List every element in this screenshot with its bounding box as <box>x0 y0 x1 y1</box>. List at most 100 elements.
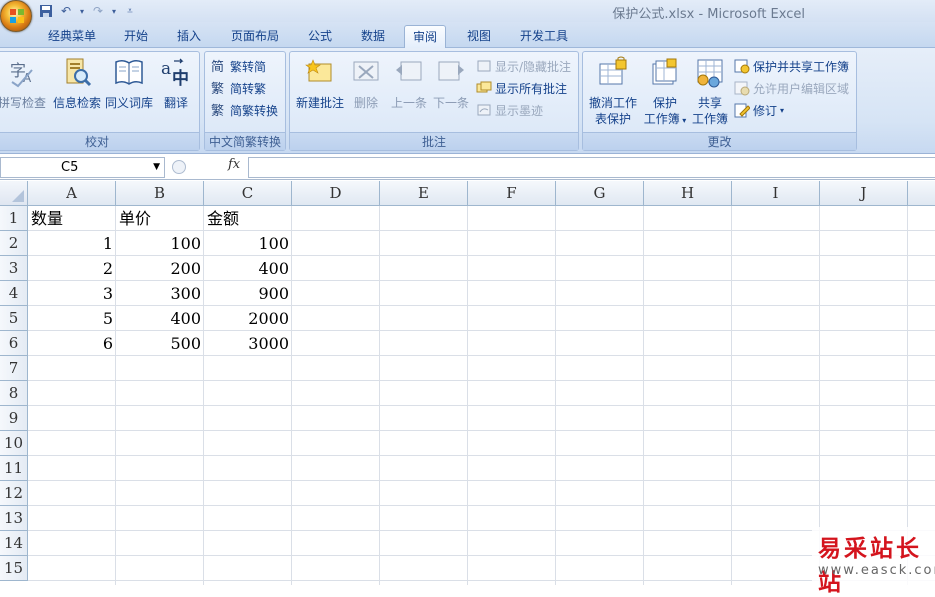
formula-input[interactable] <box>248 157 935 178</box>
column-header-g[interactable]: G <box>556 181 644 206</box>
tab-page-layout[interactable]: 页面布局 <box>223 25 287 48</box>
to-traditional-button[interactable]: 繁 简转繁 <box>211 78 266 98</box>
gridline <box>28 480 935 481</box>
next-comment-label: 下一条 <box>432 96 469 110</box>
unprotect-sheet-icon <box>599 56 627 85</box>
cell-c5[interactable]: 2000 <box>204 306 292 331</box>
tab-developer[interactable]: 开发工具 <box>512 25 576 48</box>
next-comment-button[interactable]: 下一条 <box>430 56 472 111</box>
tab-data[interactable]: 数据 <box>353 25 393 48</box>
ribbon: 字A 拼写检查 信息检索 同义词库 a中 翻译 校对 简 繁转简 繁 简转繁 繁… <box>0 48 935 154</box>
cell-a6[interactable]: 6 <box>28 331 116 356</box>
thesaurus-button[interactable]: 同义词库 <box>103 56 155 111</box>
new-comment-icon <box>305 59 332 82</box>
column-header-c[interactable]: C <box>204 181 292 206</box>
unprotect-sheet-label-1: 撤消工作 <box>588 96 637 110</box>
name-box[interactable]: C5 ▼ <box>0 157 165 178</box>
tab-classic-menu[interactable]: 经典菜单 <box>40 25 104 48</box>
new-comment-button[interactable]: 新建批注 <box>292 56 348 111</box>
cell-a1[interactable]: 数量 <box>28 206 116 231</box>
show-hide-comment-button[interactable]: 显示/隐藏批注 <box>476 56 571 76</box>
row-header-13[interactable]: 13 <box>0 506 28 531</box>
share-workbook-icon <box>697 59 723 88</box>
show-ink-icon <box>477 104 491 116</box>
tab-home[interactable]: 开始 <box>116 25 156 48</box>
previous-comment-button[interactable]: 上一条 <box>388 56 430 111</box>
cell-c2[interactable]: 100 <box>204 231 292 256</box>
tab-view[interactable]: 视图 <box>459 25 499 48</box>
row-header-14[interactable]: 14 <box>0 531 28 556</box>
gridline <box>731 206 732 585</box>
cell-a5[interactable]: 5 <box>28 306 116 331</box>
spell-check-icon: 字A <box>10 61 33 88</box>
research-button[interactable]: 信息检索 <box>51 56 103 111</box>
row-header-10[interactable]: 10 <box>0 431 28 456</box>
show-all-comments-button[interactable]: 显示所有批注 <box>476 78 567 98</box>
column-header-h[interactable]: H <box>644 181 732 206</box>
protect-share-workbook-button[interactable]: 保护并共享工作簿 <box>734 56 849 76</box>
column-header-a[interactable]: A <box>28 181 116 206</box>
row-header-9[interactable]: 9 <box>0 406 28 431</box>
cell-b1[interactable]: 单价 <box>116 206 204 231</box>
cell-c1[interactable]: 金额 <box>204 206 292 231</box>
chinese-convert-button[interactable]: 繁 简繁转换 <box>211 100 278 120</box>
row-header-3[interactable]: 3 <box>0 256 28 281</box>
column-header-i[interactable]: I <box>732 181 820 206</box>
cell-c4[interactable]: 900 <box>204 281 292 306</box>
column-header-j[interactable]: J <box>820 181 908 206</box>
cell-a3[interactable]: 2 <box>28 256 116 281</box>
unprotect-sheet-button[interactable]: 撤消工作 表保护 <box>585 56 641 127</box>
cell-c6[interactable]: 3000 <box>204 331 292 356</box>
name-box-dropdown-icon[interactable]: ▼ <box>153 158 160 177</box>
row-header-8[interactable]: 8 <box>0 381 28 406</box>
cell-b6[interactable]: 500 <box>116 331 204 356</box>
tab-formulas[interactable]: 公式 <box>300 25 340 48</box>
column-header-b[interactable]: B <box>116 181 204 206</box>
row-header-1[interactable]: 1 <box>0 206 28 231</box>
svg-text:中: 中 <box>172 68 189 88</box>
cell-b4[interactable]: 300 <box>116 281 204 306</box>
row-header-15[interactable]: 15 <box>0 556 28 581</box>
column-header-e[interactable]: E <box>380 181 468 206</box>
tab-review[interactable]: 审阅 <box>404 25 447 48</box>
share-workbook-button[interactable]: 共享 工作簿 <box>689 56 731 127</box>
next-comment-icon <box>438 61 464 81</box>
research-label: 信息检索 <box>52 96 101 110</box>
cell-c3[interactable]: 400 <box>204 256 292 281</box>
chevron-down-icon: ▾ <box>780 105 785 115</box>
column-header-f[interactable]: F <box>468 181 556 206</box>
cell-a2[interactable]: 1 <box>28 231 116 256</box>
cell-b3[interactable]: 200 <box>116 256 204 281</box>
track-changes-icon <box>734 103 750 118</box>
select-all-button[interactable] <box>0 181 28 206</box>
allow-edit-ranges-button[interactable]: 允许用户编辑区域 <box>734 78 849 98</box>
formula-bar-toggle-icon[interactable] <box>172 160 186 174</box>
track-changes-button[interactable]: 修订 ▾ <box>734 100 784 120</box>
chevron-down-icon: ▾ <box>679 116 687 125</box>
cell-a4[interactable]: 3 <box>28 281 116 306</box>
column-header-d[interactable]: D <box>292 181 380 206</box>
protect-share-workbook-label: 保护并共享工作簿 <box>753 59 850 74</box>
protect-workbook-label-1: 保护 <box>652 96 677 110</box>
protect-workbook-button[interactable]: 保护 工作簿 ▾ <box>641 56 689 129</box>
cell-b5[interactable]: 400 <box>116 306 204 331</box>
row-header-11[interactable]: 11 <box>0 456 28 481</box>
show-ink-button[interactable]: 显示墨迹 <box>476 100 543 120</box>
row-header-12[interactable]: 12 <box>0 481 28 506</box>
delete-comment-button[interactable]: 删除 <box>348 56 384 111</box>
show-hide-comment-label: 显示/隐藏批注 <box>495 59 572 74</box>
cell-b2[interactable]: 100 <box>116 231 204 256</box>
to-simplified-button[interactable]: 简 繁转简 <box>211 56 266 76</box>
column-header-overflow[interactable] <box>908 181 935 206</box>
row-header-7[interactable]: 7 <box>0 356 28 381</box>
spell-check-button[interactable]: 字A 拼写检查 <box>0 56 49 111</box>
row-header-4[interactable]: 4 <box>0 281 28 306</box>
insert-function-icon[interactable]: fx <box>228 157 240 172</box>
row-header-6[interactable]: 6 <box>0 331 28 356</box>
proofing-group: 字A 拼写检查 信息检索 同义词库 a中 翻译 校对 <box>0 51 200 151</box>
row-header-5[interactable]: 5 <box>0 306 28 331</box>
translate-button[interactable]: a中 翻译 <box>155 56 197 111</box>
office-button[interactable] <box>0 0 32 32</box>
row-header-2[interactable]: 2 <box>0 231 28 256</box>
tab-insert[interactable]: 插入 <box>169 25 209 48</box>
